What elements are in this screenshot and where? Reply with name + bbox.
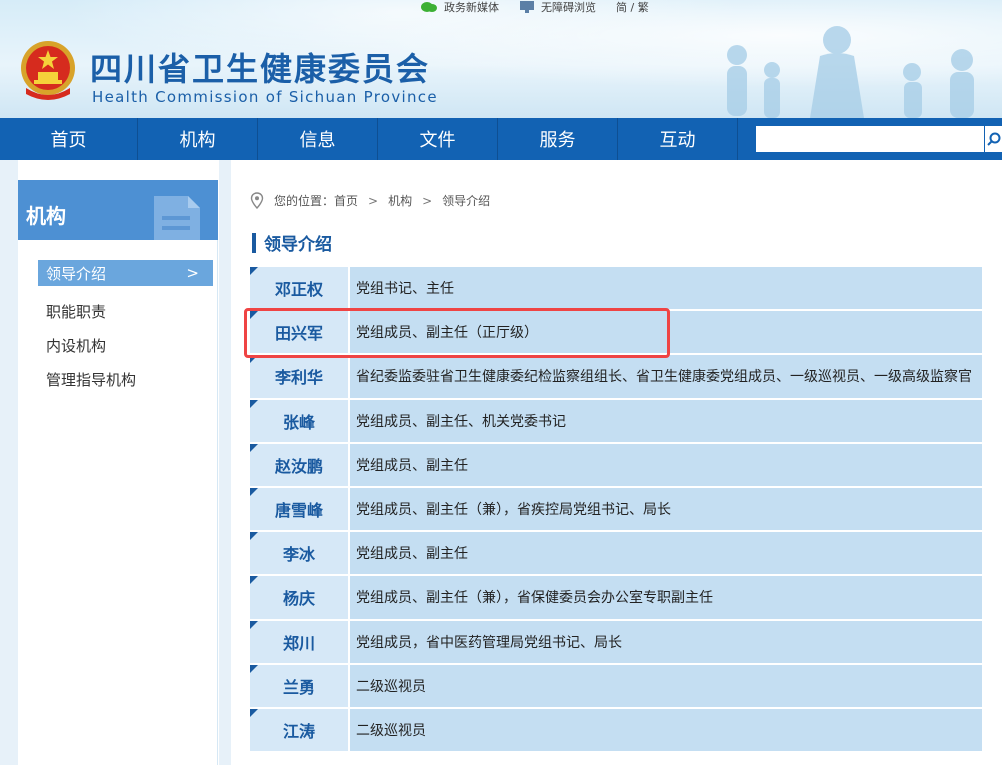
nav-item-home[interactable]: 首页	[0, 118, 138, 160]
leader-row: 兰勇 二级巡视员	[250, 664, 982, 709]
leader-title: 党组成员、副主任（兼），省保健委员会办公室专职副主任	[350, 576, 982, 619]
search-input[interactable]	[756, 126, 984, 152]
leader-row: 李冰 党组成员、副主任	[250, 532, 982, 577]
leader-row: 赵汝鹏 党组成员、副主任	[250, 443, 982, 488]
leader-title: 党组成员，省中医药管理局党组书记、局长	[350, 620, 982, 663]
leader-title: 党组成员、副主任（正厅级）	[350, 311, 982, 354]
accessible-link[interactable]: 无障碍浏览	[519, 0, 596, 15]
sidebar-item-departments[interactable]: 内设机构	[38, 328, 213, 362]
leader-name-link[interactable]: 兰勇	[250, 664, 348, 707]
leader-name-link[interactable]: 李冰	[250, 532, 348, 575]
leader-row: 郑川 党组成员，省中医药管理局党组书记、局长	[250, 620, 982, 665]
leader-title: 党组成员、副主任	[350, 532, 982, 575]
leader-row: 杨庆 党组成员、副主任（兼），省保健委员会办公室专职副主任	[250, 576, 982, 621]
leader-title: 党组书记、主任	[350, 267, 982, 310]
nav-item-information[interactable]: 信息	[258, 118, 378, 160]
sidebar-item-affiliated[interactable]: 管理指导机构	[38, 362, 213, 396]
breadcrumb: 您的位置： 首页 > 机构 > 领导介绍	[250, 192, 490, 209]
leader-name-link[interactable]: 田兴军	[250, 311, 348, 354]
leader-row: 邓正权 党组书记、主任	[250, 267, 982, 312]
leader-name-link[interactable]: 杨庆	[250, 576, 348, 619]
leader-name-link[interactable]: 李利华	[250, 355, 348, 398]
leader-title: 党组成员、副主任、机关党委书记	[350, 399, 982, 442]
document-icon	[154, 196, 200, 240]
sidebar-menu: 领导介绍 > 职能职责 内设机构 管理指导机构	[38, 260, 213, 396]
leader-title: 党组成员、副主任	[350, 443, 982, 486]
search-icon	[986, 132, 1000, 146]
sidebar-item-functions[interactable]: 职能职责	[38, 294, 213, 328]
site-header: 政务新媒体 无障碍浏览 简 / 繁 四川省卫生健康委员会 Health Comm…	[0, 0, 1002, 118]
breadcrumb-current[interactable]: 领导介绍	[442, 192, 490, 209]
accessible-label: 无障碍浏览	[541, 1, 596, 14]
leader-title: 党组成员、副主任（兼），省疾控局党组书记、局长	[350, 487, 982, 531]
leader-title: 二级巡视员	[350, 708, 982, 752]
breadcrumb-home[interactable]: 首页	[334, 192, 358, 209]
breadcrumb-separator: >	[368, 193, 379, 208]
new-media-label: 政务新媒体	[444, 1, 499, 14]
wechat-icon	[421, 2, 437, 12]
leader-row: 江涛 二级巡视员	[250, 708, 982, 754]
chevron-right-icon: >	[186, 264, 199, 282]
leader-row: 唐雪峰 党组成员、副主任（兼），省疾控局党组书记、局长	[250, 487, 982, 533]
national-emblem-icon	[21, 41, 75, 100]
new-media-link[interactable]: 政务新媒体	[420, 0, 499, 15]
leader-name-link[interactable]: 江涛	[250, 708, 348, 752]
nav-item-services[interactable]: 服务	[498, 118, 618, 160]
leader-name-link[interactable]: 唐雪峰	[250, 487, 348, 531]
leader-name-link[interactable]: 郑川	[250, 620, 348, 663]
site-title-cn: 四川省卫生健康委员会	[90, 50, 431, 88]
leader-row: 张峰 党组成员、副主任、机关党委书记	[250, 399, 982, 444]
leader-name-link[interactable]: 张峰	[250, 399, 348, 442]
sidebar-header: 机构	[18, 180, 218, 240]
location-pin-icon	[250, 192, 264, 209]
leader-row: 田兴军 党组成员、副主任（正厅级）	[250, 311, 982, 356]
sidebar-item-leaders[interactable]: 领导介绍 >	[38, 260, 213, 286]
breadcrumb-separator: >	[422, 193, 433, 208]
sidebar-title: 机构	[26, 204, 66, 228]
section-heading: 领导介绍	[252, 230, 332, 255]
left-margin-strip	[0, 160, 18, 765]
nav-item-documents[interactable]: 文件	[378, 118, 498, 160]
breadcrumb-organization[interactable]: 机构	[388, 192, 412, 209]
main-navigation: 首页 机构 信息 文件 服务 互动	[0, 118, 1002, 160]
nav-item-organization[interactable]: 机构	[138, 118, 258, 160]
leader-list: 邓正权 党组书记、主任 田兴军 党组成员、副主任（正厅级） 李利华 省纪委监委驻…	[250, 267, 982, 754]
leader-name-link[interactable]: 赵汝鹏	[250, 443, 348, 486]
breadcrumb-prefix: 您的位置：	[274, 194, 335, 208]
nav-item-interaction[interactable]: 互动	[618, 118, 738, 160]
family-silhouette-illustration	[727, 26, 974, 118]
monitor-icon	[520, 1, 534, 13]
leader-title: 二级巡视员	[350, 664, 982, 707]
site-title-en: Health Commission of Sichuan Province	[92, 88, 438, 106]
leader-row: 李利华 省纪委监委驻省卫生健康委纪检监察组组长、省卫生健康委党组成员、一级巡视员…	[250, 355, 982, 400]
leader-title: 省纪委监委驻省卫生健康委纪检监察组组长、省卫生健康委党组成员、一级巡视员、一级高…	[350, 355, 982, 398]
search-button[interactable]	[984, 126, 1002, 152]
sidebar: 机构 领导介绍 > 职能职责 内设机构 管理指导机构	[18, 180, 218, 765]
section-marker	[252, 232, 256, 253]
top-utility-bar: 政务新媒体 无障碍浏览 简 / 繁	[420, 0, 669, 14]
leader-name-link[interactable]: 邓正权	[250, 267, 348, 310]
content-divider-strip	[219, 160, 231, 765]
sidebar-item-label: 领导介绍	[46, 264, 107, 283]
section-title-text: 领导介绍	[264, 235, 332, 255]
